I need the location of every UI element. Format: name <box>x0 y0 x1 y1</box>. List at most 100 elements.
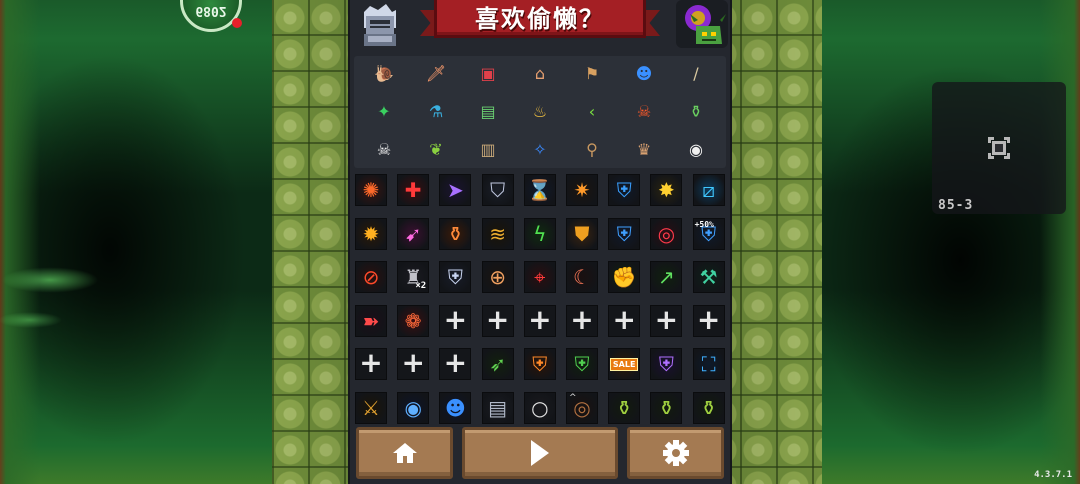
blue-head-icon[interactable]: ☻ <box>630 60 658 88</box>
buff-slot[interactable]: ⛨ <box>608 217 641 250</box>
explosion-buff-icon: ✹ <box>362 221 380 246</box>
buff-slot[interactable]: ✺ <box>355 174 387 206</box>
buff-slot[interactable]: ◉ <box>397 391 430 424</box>
buff-slot[interactable]: ✷ <box>566 174 598 206</box>
buff-slot[interactable]: ➤ <box>439 174 472 206</box>
buff-slot[interactable]: ◎ ^ <box>566 391 598 424</box>
buff-slot[interactable]: ⌖ <box>523 261 556 293</box>
buff-slot[interactable]: SALE <box>608 348 641 380</box>
buff-slot[interactable]: ⚱ <box>692 391 725 424</box>
dagger-hand-icon[interactable]: 🗡 <box>422 60 450 88</box>
buff-slot[interactable]: ⛨ <box>566 348 598 380</box>
blue-shield-buff-icon: ⛨ <box>616 178 632 202</box>
blue-frame-buff-icon: ⛶ <box>701 352 716 376</box>
blue-wing-icon[interactable]: ✧ <box>526 136 554 164</box>
buff-slot[interactable]: ○ <box>523 391 556 424</box>
blue-potion-icon[interactable]: ⚗ <box>422 98 450 126</box>
buff-slot[interactable]: ⛶ <box>692 348 725 380</box>
buff-slot[interactable]: ☻ <box>439 391 472 424</box>
buff-slot[interactable]: ▤ <box>481 391 514 424</box>
leaf-eye-icon[interactable]: ❦ <box>422 136 450 164</box>
empty-buff-slot[interactable]: + <box>692 304 725 337</box>
buff-slot[interactable]: ⚱ <box>608 391 641 424</box>
green-bottle-icon[interactable]: ⚱ <box>682 98 710 126</box>
buff-slot[interactable]: ✸ <box>650 174 683 206</box>
empty-buff-slot[interactable]: + <box>439 348 472 380</box>
buff-slot[interactable]: ⊕ <box>481 261 514 293</box>
book-case-icon[interactable]: ▥ <box>474 136 502 164</box>
staff-icon[interactable]: / <box>682 60 710 88</box>
empty-buff-slot[interactable]: + <box>566 304 598 337</box>
home-button[interactable] <box>356 427 453 479</box>
green-fist-buff-icon: ✊ <box>611 265 637 289</box>
spark-shot-buff-icon: ✷ <box>573 178 591 202</box>
viking-helmet-icon[interactable]: ♛ <box>630 136 658 164</box>
buff-slot[interactable]: ⛨ <box>439 261 472 293</box>
settings-button[interactable] <box>627 427 724 479</box>
circuit-chip-icon[interactable]: ▣ <box>474 60 502 88</box>
buff-slot[interactable]: ➶ <box>481 348 514 380</box>
empty-buff-slot[interactable]: + <box>608 304 641 337</box>
dash-boot-buff-icon: ➤ <box>447 178 464 202</box>
buff-slot[interactable]: ⌛ <box>523 174 556 206</box>
demon-boss-icon <box>685 5 726 44</box>
flag-board-icon[interactable]: ⚑ <box>578 60 606 88</box>
buff-slot[interactable]: ⧄ <box>692 174 725 206</box>
sale-badge: SALE <box>609 357 639 371</box>
snail-shell-icon[interactable]: 🐌 <box>370 60 398 88</box>
magic-lamp-icon[interactable]: ♨ <box>526 98 554 126</box>
buff-slot[interactable]: ✚ <box>397 174 430 206</box>
green-gem-icon[interactable]: ✦ <box>370 98 398 126</box>
buff-slot[interactable]: ⊘ <box>355 261 387 293</box>
buff-slot[interactable]: ≋ <box>481 217 514 250</box>
wine-bottle-buff-icon: ⚱ <box>658 395 675 420</box>
buff-slot[interactable]: ➹ <box>397 217 430 250</box>
buff-slot[interactable]: ✊ <box>608 261 641 293</box>
empty-buff-slot[interactable]: + <box>650 304 683 337</box>
wand-key-icon[interactable]: ⚲ <box>578 136 606 164</box>
background-rim-right <box>820 0 1080 484</box>
buff-slot[interactable]: ➽ <box>355 304 387 337</box>
buff-slot[interactable]: ⚔ <box>355 391 387 424</box>
buff-slot[interactable]: ↗ <box>650 261 683 293</box>
empty-buff-slot[interactable]: + <box>481 304 514 337</box>
buff-slot[interactable]: ⚱ <box>650 391 683 424</box>
eye-card-icon[interactable]: ◉ <box>682 136 710 164</box>
buff-slot[interactable]: ⚱ <box>439 217 472 250</box>
ice-slash-buff-icon: ⧄ <box>702 178 715 202</box>
green-boomerang-icon[interactable]: ‹ <box>578 98 606 126</box>
plus-icon: + <box>485 304 510 336</box>
empty-buff-slot[interactable]: + <box>397 348 430 380</box>
buff-slot[interactable]: ⛨ +50% <box>692 217 725 250</box>
buff-slot[interactable]: ⛨ <box>523 348 556 380</box>
green-glow-streak <box>0 240 120 350</box>
buff-slot[interactable]: ♜ ×2 <box>397 261 430 293</box>
fullscreen-icon[interactable] <box>988 137 1010 159</box>
buff-slot[interactable]: ✹ <box>355 217 387 250</box>
plus-icon: + <box>359 348 383 379</box>
plus-icon: + <box>443 304 468 336</box>
play-button[interactable] <box>462 427 618 479</box>
buff-slot[interactable]: ⚒ <box>692 261 725 293</box>
fire-skull-icon[interactable]: ☠ <box>630 98 658 126</box>
buff-slot[interactable]: ◎ <box>650 217 683 250</box>
buff-label: ×2 <box>415 281 427 291</box>
empty-buff-slot[interactable]: + <box>355 348 387 380</box>
minimap-preview[interactable]: 85-3 <box>932 82 1066 214</box>
blue-head-buff-icon: ☻ <box>444 395 466 420</box>
blue-orb-buff-icon: ◉ <box>404 395 422 420</box>
monitor-icon[interactable]: ▤ <box>474 98 502 126</box>
buff-slot[interactable]: ⛊ <box>566 217 598 250</box>
stage-code: 85-3 <box>938 198 974 213</box>
buff-slot[interactable]: ☾ <box>566 261 598 293</box>
buff-slot[interactable]: ❁ <box>397 304 430 337</box>
gate-icon[interactable]: ⌂ <box>526 60 554 88</box>
buff-slot[interactable]: ϟ <box>523 217 556 250</box>
buff-slot[interactable]: ⛨ <box>608 174 641 206</box>
ghost-skull-icon[interactable]: ☠ <box>370 136 398 164</box>
empty-buff-slot[interactable]: + <box>439 304 472 337</box>
buff-slot[interactable]: ⛨ <box>650 348 683 380</box>
health-plus-buff-icon: ✚ <box>404 178 422 202</box>
buff-slot[interactable]: ⛉ <box>481 174 514 206</box>
empty-buff-slot[interactable]: + <box>523 304 556 337</box>
